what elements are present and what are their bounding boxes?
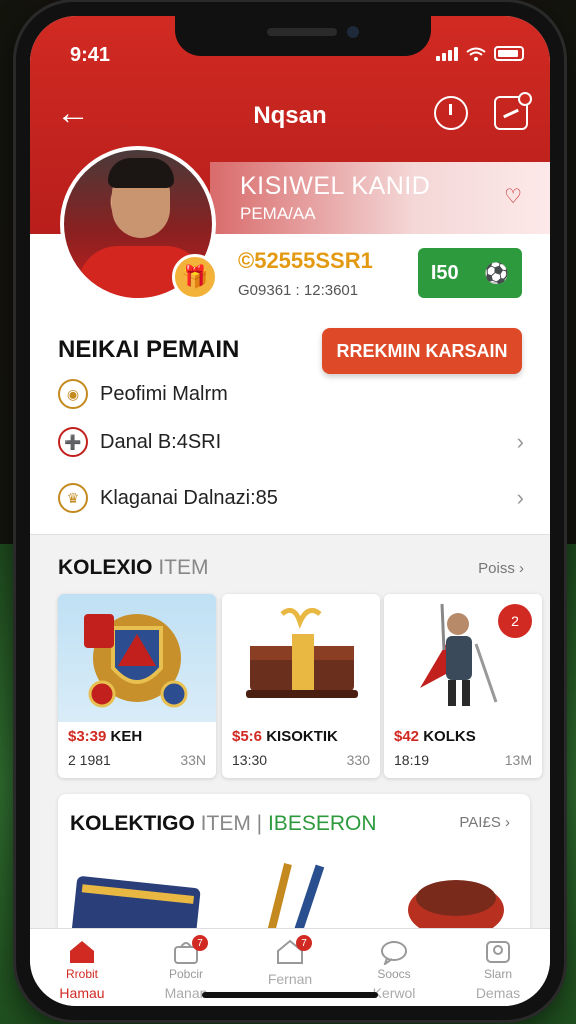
favorite-heart-icon[interactable]: ♡ (504, 184, 522, 209)
avatar-hair (108, 158, 174, 188)
chevron-right-icon: › (516, 429, 524, 454)
home-indicator (202, 992, 378, 998)
see-more-link[interactable]: Poiss › (478, 560, 524, 577)
gift-icon[interactable]: 🎁 (172, 254, 218, 300)
tab-badge: 7 (192, 935, 208, 951)
list-item[interactable]: ◉ Peofimi Malrm (58, 374, 524, 414)
see-more-link[interactable]: PAI£S › (459, 814, 510, 831)
item-price: $3:39 KEH (68, 728, 143, 745)
list-item-label: Danal B:4SRI (100, 430, 222, 453)
crest-image (58, 594, 216, 722)
profile-icon (486, 941, 510, 963)
list-item[interactable]: ♛ Klaganai Dalnazi:85 › (58, 478, 524, 518)
trophy-icon: ♛ (58, 483, 88, 513)
tab-profile[interactable]: Slarn Demas (446, 929, 550, 1006)
chevron-right-icon: › (516, 485, 524, 510)
ball-icon: ⚽ (484, 262, 510, 285)
section-title: NEIKAI PEMAIN (58, 336, 240, 363)
wifi-icon (466, 47, 486, 61)
chest-image (222, 594, 380, 722)
target-icon: ➕ (58, 427, 88, 457)
list-item-label: Klaganai Dalnazi:85 (100, 486, 278, 509)
profile-name: KISIWEL KANID (240, 172, 431, 200)
phone-frame: 9:41 ← Nqsan KISIWEL KANID PEMA/AA ♡ 🎁 ©… (16, 2, 564, 1020)
item-card[interactable]: 2 $42 KOLKS 18:19 13M (384, 594, 542, 778)
status-time: 9:41 (70, 44, 111, 66)
signal-icon (436, 46, 458, 61)
item-meta: 18:19 13M (394, 752, 532, 768)
status-icons (436, 46, 524, 61)
speaker (267, 28, 337, 36)
item-meta: 2 1981 33N (68, 752, 206, 768)
home-icon (70, 941, 94, 963)
item-price: $5:6 KISOKTIK (232, 728, 338, 745)
history-icon[interactable] (434, 96, 468, 130)
battery-icon (494, 46, 524, 61)
profile-subtitle: PEMA/AA (240, 204, 316, 223)
list-item-label: Peofimi Malrm (100, 382, 228, 405)
notification-badge (518, 92, 532, 106)
app-screen: 9:41 ← Nqsan KISIWEL KANID PEMA/AA ♡ 🎁 ©… (30, 16, 550, 1006)
claim-button[interactable]: RREKMIN KARSAIN (322, 328, 522, 374)
collection-title: KOLEXIO ITEM (58, 556, 209, 579)
collection-2-title: KOLEKTIGO ITEM | IBESERON (70, 812, 377, 835)
item-card[interactable]: $5:6 KISOKTIK 13:30 330 (222, 594, 380, 778)
tab-badge: 7 (296, 935, 312, 951)
warrior-image: 2 (384, 594, 542, 722)
item-badge: 2 (498, 604, 532, 638)
level-label: I50 (430, 261, 459, 284)
list-item[interactable]: ➕ Danal B:4SRI › (58, 422, 524, 462)
item-meta: 13:30 330 (232, 752, 370, 768)
front-camera (347, 26, 359, 38)
level-button[interactable]: I50 ⚽ (418, 248, 522, 298)
item-card[interactable]: $3:39 KEH 2 1981 33N (58, 594, 216, 778)
coin-subtext: G09361 : 12:3601 (238, 282, 359, 299)
medal-icon: ◉ (58, 379, 88, 409)
coin-balance: ©52555SSR1 (238, 248, 373, 273)
item-price: $42 KOLKS (394, 728, 476, 745)
page-title: Nqsan (253, 102, 327, 129)
chat-icon (381, 941, 407, 965)
notch (175, 16, 431, 56)
tab-home[interactable]: Rrobit Hamau (30, 929, 134, 1006)
